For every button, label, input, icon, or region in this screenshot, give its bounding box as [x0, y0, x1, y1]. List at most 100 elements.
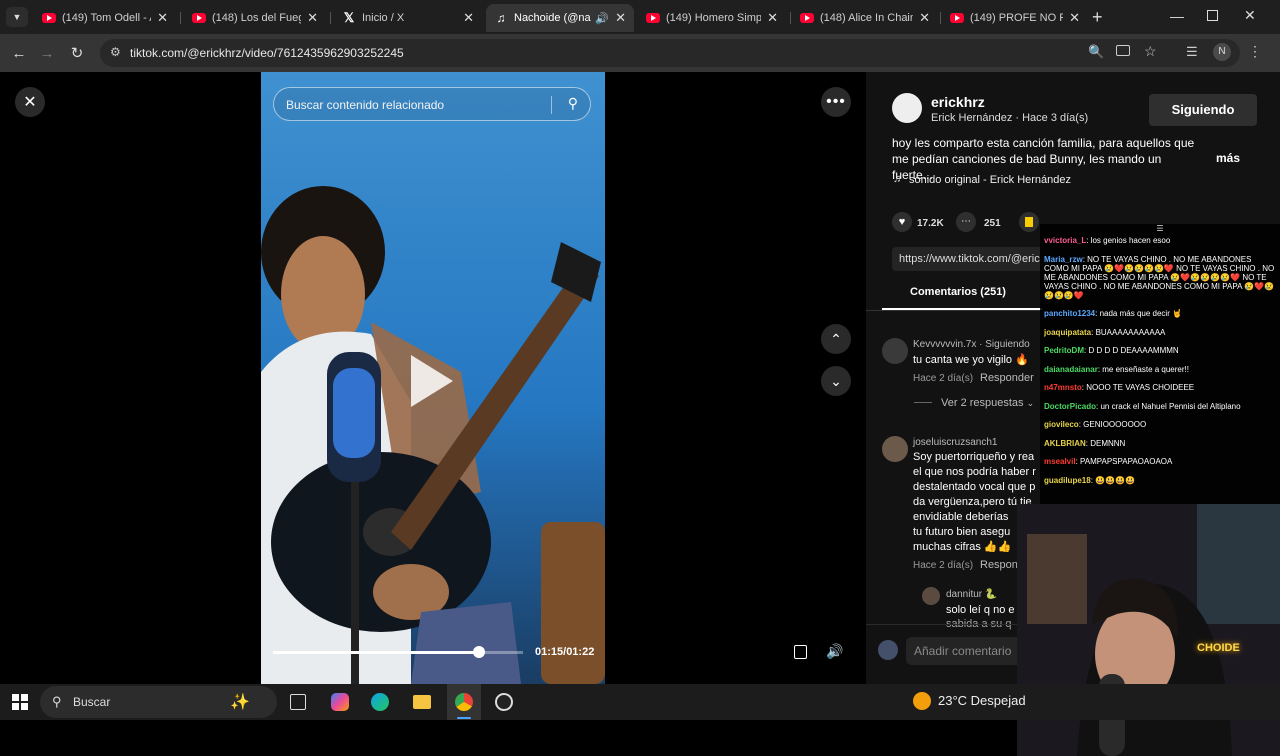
volume-icon[interactable]: 🔊 — [826, 643, 843, 660]
chat-username: AKLBRIAN — [1044, 438, 1086, 448]
tab-homero-simpson[interactable]: (149) Homero Simps ✕ — [638, 4, 786, 32]
zoom-icon[interactable]: 🔍 — [1088, 44, 1104, 60]
chat-text: : GENIOOOOOOO — [1078, 420, 1147, 429]
reply-button[interactable]: Respon — [980, 559, 1018, 571]
edge-icon[interactable] — [371, 693, 389, 711]
window-close-icon[interactable]: ✕ — [1244, 7, 1256, 24]
restore-icon[interactable] — [1207, 10, 1218, 21]
close-icon[interactable]: ✕ — [157, 10, 168, 26]
new-tab-button[interactable]: + — [1092, 8, 1103, 26]
follow-button[interactable]: Siguiendo — [1149, 94, 1257, 126]
view-replies-button[interactable]: Ver 2 respuestas ⌄ — [941, 397, 1034, 409]
video-progress-bar[interactable] — [273, 646, 523, 658]
tab-inicio-x[interactable]: 𝕏 Inicio / X ✕ — [334, 4, 482, 32]
comment-avatar[interactable] — [922, 587, 940, 605]
chat-message: AKLBRIAN: DEMNNN — [1044, 439, 1276, 448]
chat-username: vvictoria_L — [1044, 236, 1087, 245]
media-control-icon[interactable]: ☰ — [1186, 44, 1198, 60]
profile-avatar[interactable]: N — [1213, 43, 1231, 61]
chat-message: msealvil: PAMPAPSPAPAOAOAOA — [1044, 457, 1276, 466]
comment-avatar[interactable] — [882, 436, 908, 462]
avatar[interactable] — [892, 93, 922, 123]
browser-menu-icon[interactable]: ⋮ — [1248, 43, 1262, 60]
chat-text: : D D D D DEAAAAMMMN — [1084, 346, 1179, 355]
taskbar-search-input[interactable]: ⚲ Buscar ✨ — [40, 686, 277, 718]
chat-text: : DEMNNN — [1085, 438, 1126, 448]
bookmark-icon[interactable] — [1019, 212, 1039, 232]
tab-tom-odell[interactable]: (149) Tom Odell - An ✕ — [34, 4, 176, 32]
weather-text[interactable]: 23°C Despejad — [938, 693, 1026, 708]
next-video-button[interactable]: ⌄ — [821, 366, 851, 396]
x-logo-icon: 𝕏 — [343, 10, 355, 25]
previous-video-button[interactable]: ⌃ — [821, 324, 851, 354]
youtube-icon — [800, 11, 814, 25]
tab-los-del-fuego[interactable]: (148) Los del Fuego ✕ — [184, 4, 326, 32]
search-icon[interactable]: ⚲ — [568, 95, 578, 112]
comment-user[interactable]: joseluiscruzsanch1 — [913, 437, 998, 448]
related-search-input[interactable]: Buscar contenido relacionado ⚲ — [273, 87, 591, 121]
task-view-icon[interactable] — [290, 694, 306, 710]
copy-link-field[interactable]: https://www.tiktok.com/@eric — [892, 247, 1052, 271]
chrome-taskbar-button[interactable] — [447, 684, 481, 720]
bookmark-star-icon[interactable]: ☆ — [1144, 43, 1157, 60]
speaker-icon[interactable]: 🔊 — [595, 12, 609, 25]
tab-profe-no-pit[interactable]: (149) PROFE NO PIT ✕ — [942, 4, 1088, 32]
chat-message: Maria_rzw: NO TE VAYAS CHINO . NO ME ABA… — [1044, 255, 1276, 300]
chat-text: : un crack el Nahuel Pennisi del Altipla… — [1096, 401, 1241, 411]
post-username[interactable]: erickhrz — [931, 94, 985, 110]
chat-username: guadilupe18 — [1044, 475, 1091, 485]
progress-knob[interactable] — [473, 646, 485, 658]
omnibox[interactable]: ⚙ tiktok.com/@erickhrz/video/76124359629… — [100, 39, 1240, 67]
chat-username: giovileco — [1044, 420, 1079, 429]
weather-icon — [913, 692, 931, 710]
close-icon[interactable]: ✕ — [615, 10, 626, 26]
address-bar-row: ← → ↻ ⚙ tiktok.com/@erickhrz/video/76124… — [0, 34, 1280, 72]
reply-button[interactable]: Responder — [980, 372, 1034, 384]
windows-start-icon[interactable] — [12, 694, 28, 710]
chat-username: msealvil — [1044, 457, 1076, 466]
music-note-icon: ♫ — [893, 173, 902, 185]
obs-icon[interactable] — [495, 693, 513, 711]
chevron-down-icon: ⌄ — [830, 372, 842, 389]
play-icon[interactable] — [411, 355, 453, 407]
close-icon[interactable]: ✕ — [1069, 10, 1080, 26]
chevron-down-icon: ▼ — [12, 12, 22, 22]
chat-text: : BUAAAAAAAAAAA — [1091, 327, 1166, 337]
reload-button[interactable]: ↻ — [66, 42, 88, 64]
heart-icon[interactable]: ♥ — [892, 212, 912, 232]
pip-icon[interactable] — [794, 645, 807, 659]
tab-search-button[interactable]: ▼ — [6, 7, 28, 27]
comment-user[interactable]: Kevvvvvvin.7x · Siguiendo — [913, 339, 1030, 350]
copilot-icon[interactable] — [331, 693, 349, 711]
file-explorer-icon[interactable] — [413, 695, 431, 709]
more-horizontal-icon: ••• — [826, 93, 846, 110]
minimize-icon[interactable]: — — [1170, 8, 1184, 24]
tab-comments[interactable]: Comentarios (251) — [910, 282, 1040, 310]
more-options-button[interactable]: ••• — [821, 87, 851, 117]
tab-nachoide-active[interactable]: ♫ Nachoide (@nac 🔊 ✕ — [486, 4, 634, 32]
chat-message: PedritoDM: D D D D DEAAAAMMMN — [1044, 346, 1276, 355]
back-button[interactable]: ← — [8, 42, 30, 64]
video-player[interactable]: Buscar contenido relacionado ⚲ — [261, 72, 605, 684]
close-icon[interactable]: ✕ — [463, 10, 474, 26]
chrome-icon — [455, 693, 473, 711]
forward-button[interactable]: → — [36, 42, 58, 64]
video-time: 01:15/01:22 — [535, 646, 595, 658]
comment-avatar[interactable] — [882, 338, 908, 364]
close-icon[interactable]: ✕ — [919, 10, 930, 26]
youtube-icon — [950, 11, 964, 25]
comment-icon[interactable]: ⋯ — [956, 212, 976, 232]
close-icon[interactable]: ✕ — [307, 10, 318, 26]
tab-alice-in-chains[interactable]: (148) Alice In Chains ✕ — [792, 4, 938, 32]
chat-text: : nada más que decir 🤘 — [1095, 309, 1183, 318]
install-app-icon[interactable] — [1116, 45, 1130, 56]
site-info-icon[interactable]: ⚙ — [110, 45, 121, 59]
chat-username: PedritoDM — [1044, 346, 1084, 355]
close-icon[interactable]: ✕ — [767, 10, 778, 26]
more-link[interactable]: más — [1216, 151, 1240, 165]
close-video-button[interactable]: ✕ — [15, 87, 45, 117]
sound-link[interactable]: sonido original - Erick Hernández — [909, 174, 1071, 186]
browser-tab-bar: ▼ (149) Tom Odell - An ✕ (148) Los del F… — [0, 0, 1280, 34]
url-text[interactable]: tiktok.com/@erickhrz/video/7612435962903… — [130, 46, 404, 60]
comment-user[interactable]: dannitur 🐍 — [946, 589, 997, 600]
